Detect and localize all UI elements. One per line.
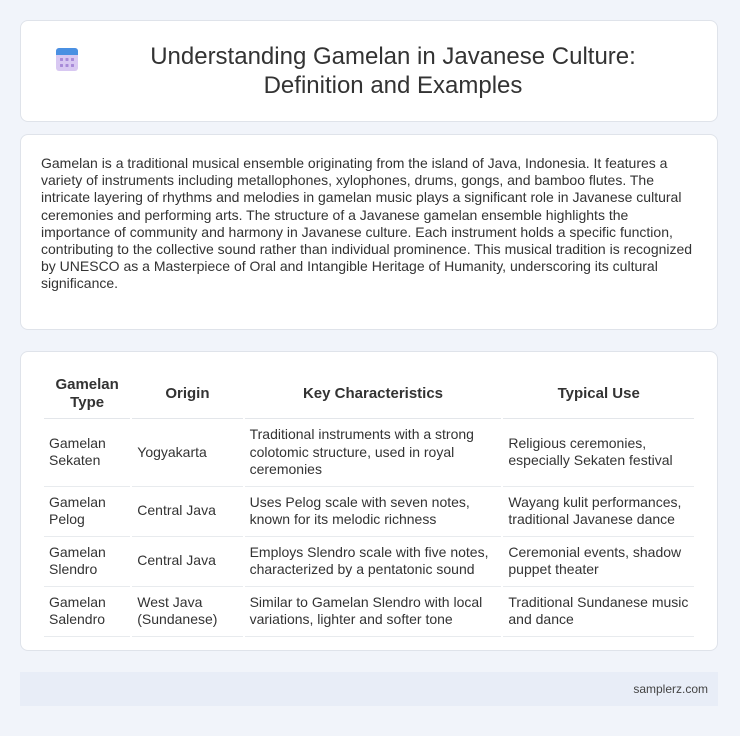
- cell-type: Gamelan Slendro: [44, 537, 131, 587]
- cell-use: Ceremonial events, shadow puppet theater: [503, 537, 694, 587]
- cell-type: Gamelan Salendro: [44, 587, 131, 637]
- cell-type: Gamelan Pelog: [44, 487, 131, 537]
- cell-use: Religious ceremonies, especially Sekaten…: [503, 419, 694, 487]
- page-title: Understanding Gamelan in Javanese Cultur…: [150, 43, 636, 99]
- cell-origin: Central Java: [132, 537, 243, 587]
- column-header-use: Typical Use: [503, 370, 694, 419]
- table-card: Gamelan Type Origin Key Characteristics …: [20, 351, 718, 651]
- table-row: Gamelan Salendro West Java (Sundanese) S…: [44, 587, 694, 637]
- table-row: Gamelan Pelog Central Java Uses Pelog sc…: [44, 487, 694, 537]
- cell-use: Wayang kulit performances, traditional J…: [503, 487, 694, 537]
- cell-type: Gamelan Sekaten: [44, 419, 131, 487]
- table-row: Gamelan Slendro Central Java Employs Sle…: [44, 537, 694, 587]
- calendar-icon: [56, 48, 78, 71]
- title-wrap: Understanding Gamelan in Javanese Cultur…: [21, 42, 717, 100]
- gamelan-table: Gamelan Type Origin Key Characteristics …: [42, 370, 696, 637]
- column-header-origin: Origin: [132, 370, 243, 419]
- column-header-type: Gamelan Type: [44, 370, 131, 419]
- intro-paragraph: Gamelan is a traditional musical ensembl…: [41, 155, 693, 292]
- cell-origin: West Java (Sundanese): [132, 587, 243, 637]
- cell-characteristics: Similar to Gamelan Slendro with local va…: [244, 587, 502, 637]
- intro-card: Gamelan is a traditional musical ensembl…: [20, 134, 718, 330]
- footer: samplerz.com: [20, 672, 718, 706]
- cell-characteristics: Employs Slendro scale with five notes, c…: [244, 537, 502, 587]
- column-header-characteristics: Key Characteristics: [244, 370, 502, 419]
- title-card: Understanding Gamelan in Javanese Cultur…: [20, 20, 718, 122]
- cell-characteristics: Uses Pelog scale with seven notes, known…: [244, 487, 502, 537]
- cell-origin: Central Java: [132, 487, 243, 537]
- cell-origin: Yogyakarta: [132, 419, 243, 487]
- table-header-row: Gamelan Type Origin Key Characteristics …: [44, 370, 694, 419]
- footer-brand[interactable]: samplerz.com: [633, 682, 708, 696]
- cell-use: Traditional Sundanese music and dance: [503, 587, 694, 637]
- cell-characteristics: Traditional instruments with a strong co…: [244, 419, 502, 487]
- table-row: Gamelan Sekaten Yogyakarta Traditional i…: [44, 419, 694, 487]
